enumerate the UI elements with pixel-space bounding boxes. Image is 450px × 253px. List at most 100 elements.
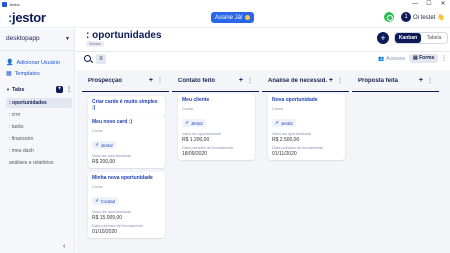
sidebar-item-meu-dash[interactable]: : meu dash [6, 146, 72, 156]
app-header: :jestor Assine Já! 1 Oi testet 👋 [0, 8, 450, 28]
field-value: R$ 2.500,00 [272, 137, 300, 143]
page-badge: Vendas [86, 41, 104, 47]
people-icon: 👥 [378, 56, 385, 62]
column-header: Contato feito + ⋮ [172, 70, 259, 92]
acessos-button[interactable]: 👥 Acessos [378, 56, 405, 62]
sidebar-item-oportunidades[interactable]: : oportunidades [6, 98, 72, 108]
assine-ja-button[interactable]: Assine Já! [211, 12, 254, 23]
link-icon: ⇗ [95, 198, 99, 203]
field-value: 01/11/2020 [272, 151, 297, 157]
filter-button[interactable]: ≡ [96, 54, 106, 64]
add-card-button[interactable]: + [149, 77, 153, 84]
more-options-icon[interactable]: ⋮ [66, 86, 72, 93]
kanban-card[interactable]: Meu novo card :) Conta ⇗ Jestor Valor da … [88, 116, 165, 168]
close-button[interactable]: ✕ [436, 0, 450, 8]
sidebar-item-analises[interactable]: análises e relatórios [6, 158, 72, 168]
kanban-view-button[interactable]: Kanban [395, 33, 421, 43]
minimize-button[interactable]: — [408, 0, 422, 8]
field-value: R$ 200,00 [92, 159, 116, 165]
caret-down-icon: ▼ [6, 87, 10, 92]
user-avatar[interactable]: 1 [401, 12, 411, 22]
field-label: Conta [182, 106, 193, 111]
card-title: Criar cards é muito simples :) [92, 99, 158, 111]
account-chip[interactable]: ⇗ Jestor [182, 119, 207, 127]
jestor-logo[interactable]: :jestor [8, 10, 46, 25]
field-label: Valor da oportunidade [182, 131, 222, 136]
column-menu-icon[interactable]: ⋮ [337, 77, 343, 84]
table-view-button[interactable]: Tabela [421, 33, 447, 43]
forms-icon: ▤ [413, 55, 418, 61]
sidebar-divider [0, 50, 75, 51]
kanban-card[interactable]: Criar cards é muito simples :) [88, 96, 165, 117]
sidebar-item-tasks[interactable]: : tasks [6, 122, 72, 132]
column-menu-icon[interactable]: ⋮ [427, 77, 433, 84]
kanban-card[interactable]: Meu cliente Conta ⇗ Jestor Valor da oport… [178, 94, 255, 160]
link-icon: ⇗ [95, 142, 99, 147]
column-header: Análise de necessid... + ⋮ [262, 70, 349, 92]
field-label: Valor da oportunidade [92, 209, 132, 214]
sidebar-item-crm[interactable]: : crm [6, 110, 72, 120]
workspace-selector[interactable]: desktopapp ▼ [6, 35, 70, 42]
tabs-section-header[interactable]: ▼ Tabs + ⋮ [6, 86, 72, 93]
add-tab-button[interactable]: + [56, 86, 63, 93]
sidebar-link-add-user[interactable]: 👤 Adicionar Usuário [6, 59, 60, 67]
account-chip[interactable]: ⇗ Conta2 [92, 197, 119, 205]
add-card-button[interactable]: + [239, 77, 243, 84]
column-title: Análise de necessid... [268, 77, 327, 84]
kanban-board: Prospecção + ⋮ Criar cards é muito simpl… [76, 70, 450, 253]
more-options-icon[interactable]: ⋮ [441, 55, 447, 62]
field-label: Conta [272, 106, 283, 111]
field-value: R$ 1.200,00 [182, 137, 210, 143]
user-greeting[interactable]: Oi testet 👋 [413, 14, 445, 21]
smile-icon [244, 15, 250, 20]
account-chip[interactable]: ⇗ Jestor [92, 141, 117, 149]
field-label: Data prevista de fechamento [92, 223, 144, 228]
column-title: Prospecção [88, 77, 123, 84]
sidebar-link-templates[interactable]: ▦ Templates [6, 70, 40, 78]
forms-button[interactable]: ▤ Forms [409, 54, 439, 63]
templates-icon: ▦ [6, 71, 12, 77]
kanban-card[interactable]: Nova oportunidade Conta ⇗ Jestor Valor da… [268, 94, 345, 160]
page-title: : oportunidades [86, 30, 162, 41]
account-chip[interactable]: ⇗ Jestor [272, 119, 297, 127]
column-menu-icon[interactable]: ⋮ [157, 77, 163, 84]
card-title: Meu cliente [182, 97, 210, 103]
field-label: Conta [92, 128, 103, 133]
column-header: Proposta feita + ⋮ [352, 70, 439, 92]
add-user-icon: 👤 [6, 60, 14, 66]
column-menu-icon[interactable]: ⋮ [247, 77, 253, 84]
add-record-button[interactable]: + [377, 32, 389, 44]
collapse-sidebar-icon[interactable]: ‹ [63, 243, 65, 250]
column-header: Prospecção + ⋮ [82, 70, 169, 92]
card-title: Minha nova oportunidade [92, 175, 153, 181]
field-value: 18/09/2020 [182, 151, 208, 157]
maximize-button[interactable]: ☐ [422, 0, 436, 8]
card-title: Meu novo card :) [92, 119, 133, 125]
field-label: Data prevista de fechamento [182, 145, 234, 150]
whatsapp-icon[interactable] [384, 12, 394, 22]
add-card-button[interactable]: + [419, 77, 423, 84]
field-label: Data prevista de fechamento [272, 145, 324, 150]
field-label: Conta [92, 184, 103, 189]
kanban-column: Análise de necessid... + ⋮ Nova oportuni… [262, 70, 349, 253]
app-icon [2, 1, 7, 7]
link-icon: ⇗ [275, 120, 279, 125]
kanban-column: Contato feito + ⋮ Meu cliente Conta ⇗ Jes… [172, 70, 259, 253]
sidebar-item-financeiro[interactable]: : financeiro [6, 134, 72, 144]
window-controls: — ☐ ✕ [408, 0, 450, 8]
link-icon: ⇗ [185, 120, 189, 125]
search-icon[interactable] [84, 55, 91, 62]
window-title: Jestor [9, 1, 20, 7]
add-card-button[interactable]: + [329, 77, 333, 84]
window-titlebar: Jestor — ☐ ✕ [0, 0, 450, 8]
field-label: Valor da oportunidade [272, 131, 312, 136]
field-value: 01/10/2020 [92, 229, 118, 235]
kanban-card[interactable]: Minha nova oportunidade Conta ⇗ Conta2 Va… [88, 172, 165, 238]
kanban-column: Prospecção + ⋮ Criar cards é muito simpl… [82, 70, 169, 253]
sidebar: desktopapp ▼ 👤 Adicionar Usuário ▦ Templ… [0, 29, 75, 253]
toolbar-divider [76, 51, 450, 52]
field-value: R$ 15.009,00 [92, 215, 123, 221]
column-title: Contato feito [178, 77, 215, 84]
column-title: Proposta feita [358, 77, 399, 84]
wave-icon: 👋 [437, 15, 445, 21]
